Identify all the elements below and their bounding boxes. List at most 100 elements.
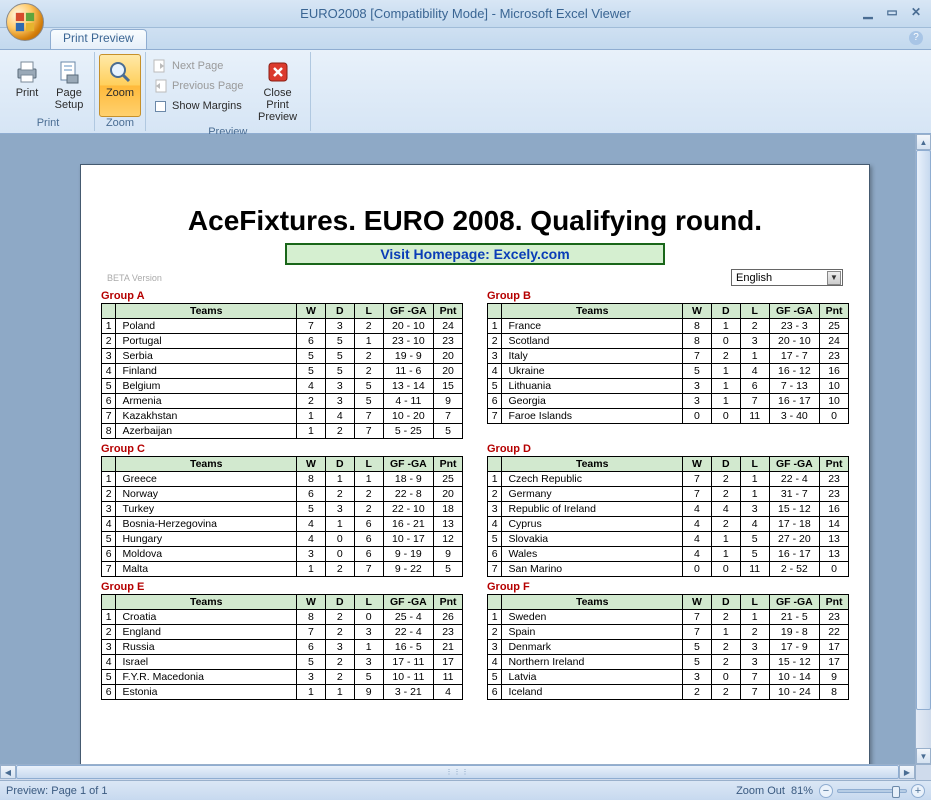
cell-pnt: 25 bbox=[434, 472, 463, 487]
scroll-up-button[interactable]: ▲ bbox=[916, 134, 931, 150]
zoom-minus-button[interactable]: − bbox=[819, 784, 833, 798]
cell-pnt: 24 bbox=[434, 319, 463, 334]
cell-rank: 7 bbox=[102, 562, 116, 577]
cell-d: 2 bbox=[325, 610, 354, 625]
cell-team: Cyprus bbox=[502, 517, 683, 532]
cell-d: 2 bbox=[711, 517, 740, 532]
show-margins-toggle[interactable]: Show Margins bbox=[150, 96, 250, 116]
cell-l: 1 bbox=[354, 334, 383, 349]
document-viewport[interactable]: AceFixtures. EURO 2008. Qualifying round… bbox=[0, 134, 915, 764]
cell-w: 6 bbox=[296, 487, 325, 502]
scroll-left-button[interactable]: ◀ bbox=[0, 765, 16, 779]
minimize-button[interactable]: ▁ bbox=[859, 4, 877, 20]
cell-team: Greece bbox=[116, 472, 297, 487]
cell-l: 1 bbox=[740, 349, 769, 364]
cell-d: 1 bbox=[711, 625, 740, 640]
cell-team: Lithuania bbox=[502, 379, 683, 394]
zoom-out-label[interactable]: Zoom Out bbox=[736, 785, 785, 797]
cell-l: 2 bbox=[354, 487, 383, 502]
horizontal-scrollbar[interactable]: ◀ ⋮⋮⋮ ▶ bbox=[0, 764, 915, 780]
office-button[interactable] bbox=[6, 3, 44, 41]
col-d: D bbox=[711, 457, 740, 472]
cell-team: Sweden bbox=[502, 610, 683, 625]
cell-l: 2 bbox=[354, 502, 383, 517]
cell-team: Norway bbox=[116, 487, 297, 502]
cell-team: Poland bbox=[116, 319, 297, 334]
cell-team: F.Y.R. Macedonia bbox=[116, 670, 297, 685]
cell-gfga: 10 - 20 bbox=[383, 409, 434, 424]
vertical-scrollbar[interactable]: ▲ ▼ bbox=[915, 134, 931, 764]
print-button[interactable]: Print bbox=[6, 54, 48, 117]
scroll-down-button[interactable]: ▼ bbox=[916, 748, 931, 764]
standings-table: TeamsWDLGF -GAPnt1Czech Republic72122 - … bbox=[487, 456, 849, 577]
table-row: 4Israel52317 - 1117 bbox=[102, 655, 463, 670]
table-row: 7Kazakhstan14710 - 207 bbox=[102, 409, 463, 424]
zoom-button[interactable]: Zoom bbox=[99, 54, 141, 117]
cell-pnt: 23 bbox=[820, 487, 849, 502]
cell-pnt: 9 bbox=[434, 547, 463, 562]
col-gfga: GF -GA bbox=[383, 595, 434, 610]
cell-rank: 4 bbox=[488, 517, 502, 532]
print-preview-page: AceFixtures. EURO 2008. Qualifying round… bbox=[80, 164, 870, 764]
col-pnt: Pnt bbox=[820, 595, 849, 610]
cell-gfga: 17 - 11 bbox=[383, 655, 434, 670]
col-w: W bbox=[682, 457, 711, 472]
cell-rank: 5 bbox=[488, 379, 502, 394]
zoom-plus-button[interactable]: + bbox=[911, 784, 925, 798]
cell-d: 0 bbox=[711, 562, 740, 577]
cell-l: 1 bbox=[740, 472, 769, 487]
cell-team: Finland bbox=[116, 364, 297, 379]
cell-d: 0 bbox=[711, 409, 740, 424]
next-page-button[interactable]: Next Page bbox=[150, 56, 250, 76]
table-row: 4Ukraine51416 - 1216 bbox=[488, 364, 849, 379]
cell-d: 2 bbox=[325, 670, 354, 685]
cell-l: 7 bbox=[354, 409, 383, 424]
tab-print-preview[interactable]: Print Preview bbox=[50, 29, 147, 49]
cell-w: 7 bbox=[296, 625, 325, 640]
close-print-preview-button[interactable]: Close Print Preview bbox=[250, 54, 306, 126]
cell-team: San Marino bbox=[502, 562, 683, 577]
cell-team: Iceland bbox=[502, 685, 683, 700]
ribbon-group-zoom-label: Zoom bbox=[99, 117, 141, 131]
standings-table: TeamsWDLGF -GAPnt1Croatia82025 - 4262Eng… bbox=[101, 594, 463, 700]
cell-team: Republic of Ireland bbox=[502, 502, 683, 517]
cell-rank: 4 bbox=[102, 655, 116, 670]
cell-d: 0 bbox=[325, 547, 354, 562]
page-setup-button[interactable]: Page Setup bbox=[48, 54, 90, 117]
zoom-slider[interactable] bbox=[837, 789, 907, 793]
help-button[interactable]: ? bbox=[909, 31, 923, 45]
scrollbar-corner bbox=[915, 764, 931, 780]
cell-w: 8 bbox=[296, 472, 325, 487]
cell-pnt: 23 bbox=[434, 625, 463, 640]
print-button-label: Print bbox=[16, 87, 39, 99]
close-window-button[interactable]: ✕ bbox=[907, 4, 925, 20]
scroll-right-button[interactable]: ▶ bbox=[899, 765, 915, 779]
cell-w: 2 bbox=[682, 685, 711, 700]
cell-team: Faroe Islands bbox=[502, 409, 683, 424]
table-row: 3Denmark52317 - 917 bbox=[488, 640, 849, 655]
cell-d: 2 bbox=[711, 472, 740, 487]
page-setup-button-label: Page Setup bbox=[51, 87, 87, 111]
cell-d: 1 bbox=[325, 517, 354, 532]
cell-pnt: 10 bbox=[820, 394, 849, 409]
cell-pnt: 8 bbox=[820, 685, 849, 700]
cell-rank: 8 bbox=[102, 424, 116, 439]
close-print-preview-label-2: Preview bbox=[258, 111, 297, 123]
zoom-slider-knob[interactable] bbox=[892, 786, 900, 798]
cell-w: 7 bbox=[682, 487, 711, 502]
table-row: 5Hungary40610 - 1712 bbox=[102, 532, 463, 547]
col-pnt: Pnt bbox=[820, 457, 849, 472]
cell-team: Latvia bbox=[502, 670, 683, 685]
col-w: W bbox=[296, 457, 325, 472]
horizontal-scroll-thumb[interactable]: ⋮⋮⋮ bbox=[16, 765, 899, 779]
vertical-scroll-thumb[interactable] bbox=[916, 150, 931, 710]
restore-button[interactable]: ▭ bbox=[883, 4, 901, 20]
cell-l: 7 bbox=[740, 685, 769, 700]
cell-gfga: 5 - 25 bbox=[383, 424, 434, 439]
language-select[interactable]: English ▼ bbox=[731, 269, 843, 286]
cell-pnt: 21 bbox=[434, 640, 463, 655]
table-row: 6Estonia1193 - 214 bbox=[102, 685, 463, 700]
previous-page-button[interactable]: Previous Page bbox=[150, 76, 250, 96]
homepage-link[interactable]: Visit Homepage: Excely.com bbox=[285, 243, 665, 265]
cell-l: 7 bbox=[740, 394, 769, 409]
